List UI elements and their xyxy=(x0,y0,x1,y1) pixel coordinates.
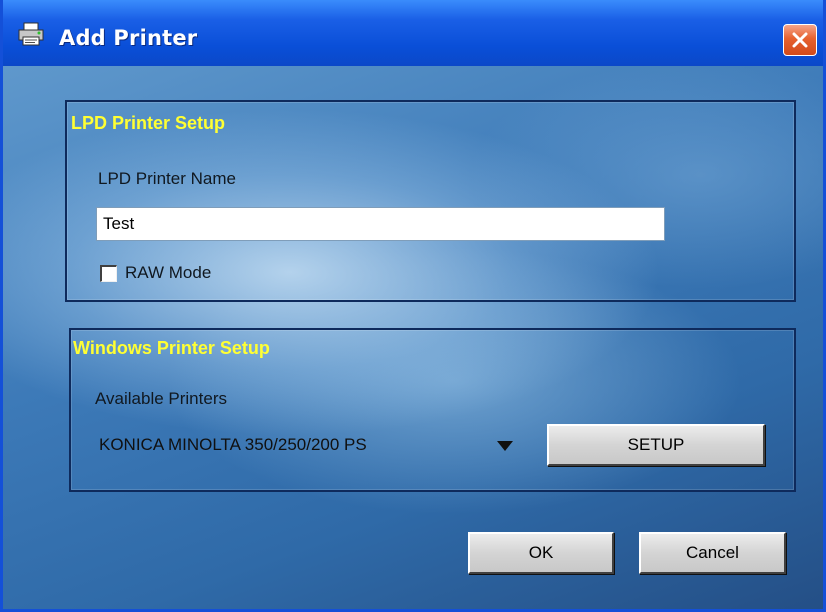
raw-mode-checkbox[interactable] xyxy=(100,265,117,282)
window-title: Add Printer xyxy=(59,26,198,50)
cancel-button[interactable]: Cancel xyxy=(639,532,786,574)
close-button[interactable] xyxy=(783,24,817,56)
close-icon xyxy=(792,32,808,48)
dialog-client-area: LPD Printer Setup LPD Printer Name RAW M… xyxy=(3,66,823,609)
available-printers-label: Available Printers xyxy=(95,389,227,408)
selected-printer-value: KONICA MINOLTA 350/250/200 PS xyxy=(99,435,367,454)
windows-group-title: Windows Printer Setup xyxy=(73,338,270,358)
title-bar[interactable]: Add Printer xyxy=(3,0,823,67)
ok-button[interactable]: OK xyxy=(468,532,614,574)
lpd-group-title: LPD Printer Setup xyxy=(71,113,226,133)
setup-button[interactable]: SETUP xyxy=(547,424,765,466)
raw-mode-label[interactable]: RAW Mode xyxy=(125,263,211,283)
add-printer-dialog: Add Printer LPD Printer Setup LPD Printe… xyxy=(0,0,826,612)
printer-icon xyxy=(17,22,47,46)
chevron-down-icon xyxy=(497,441,513,451)
available-printers-dropdown[interactable]: KONICA MINOLTA 350/250/200 PS xyxy=(91,429,519,463)
lpd-printer-name-input[interactable] xyxy=(96,207,665,241)
lpd-printer-name-label: LPD Printer Name xyxy=(98,169,236,188)
